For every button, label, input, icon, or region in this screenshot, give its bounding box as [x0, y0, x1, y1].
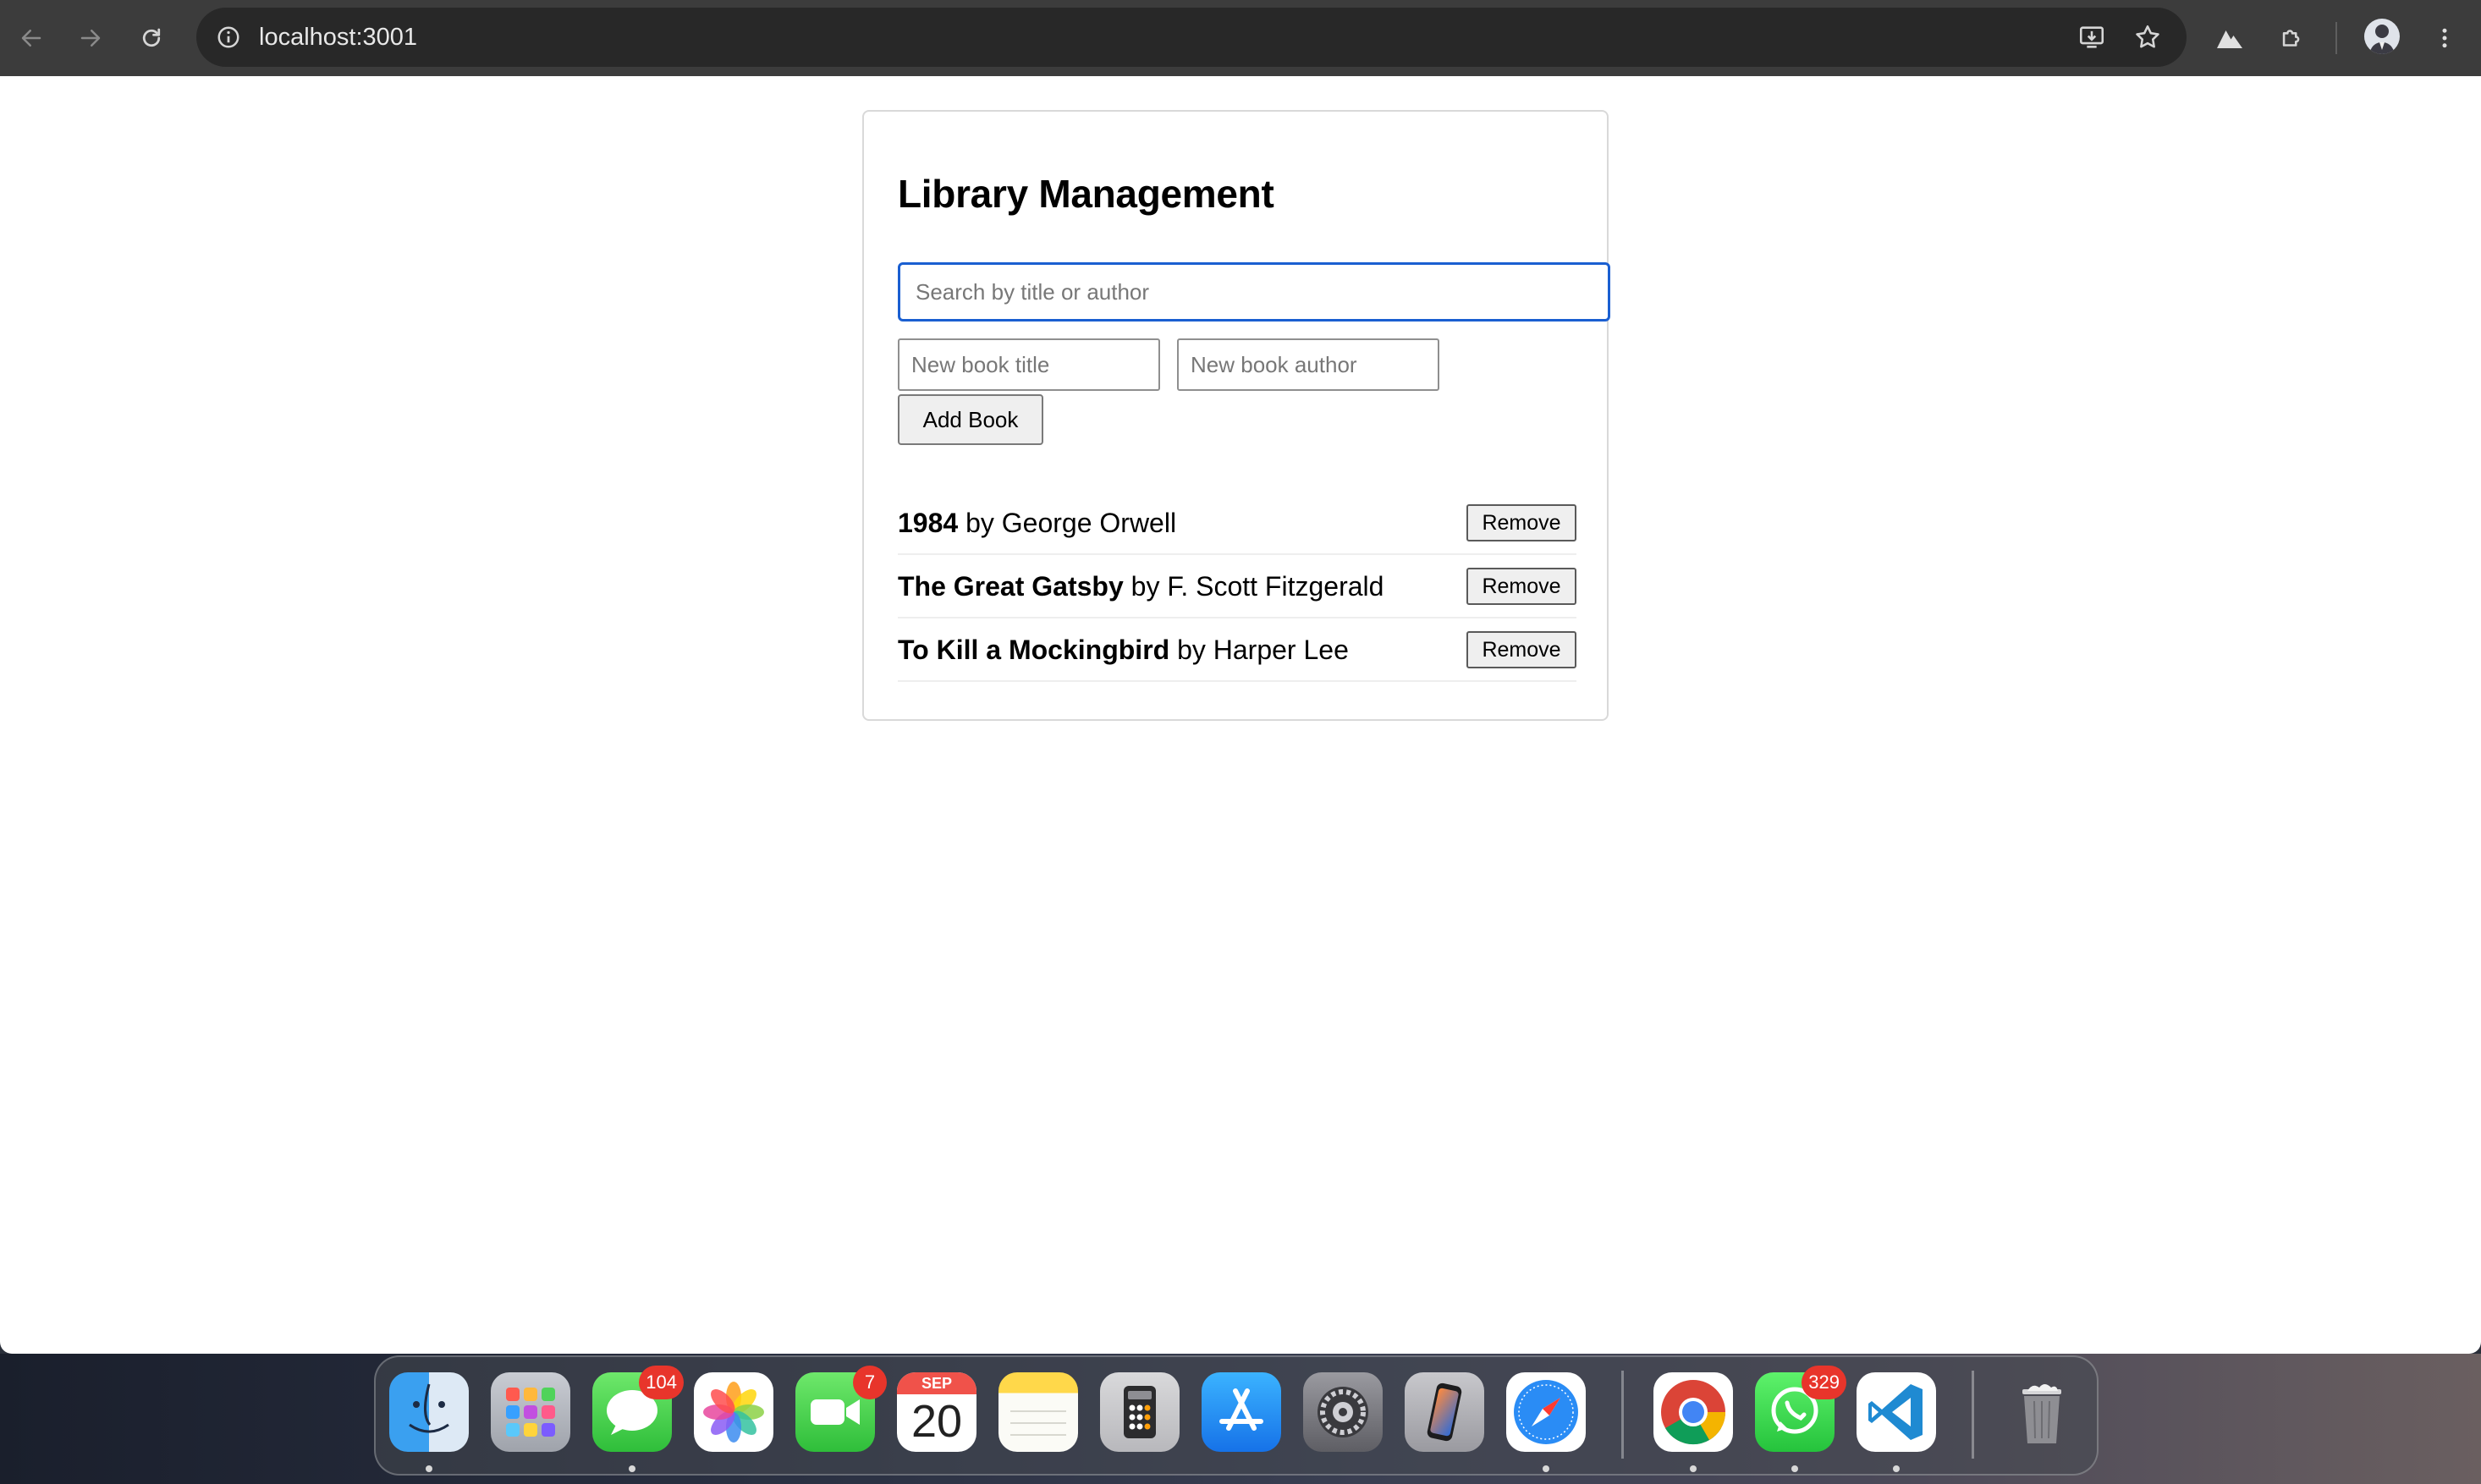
reload-button[interactable] — [132, 19, 171, 58]
back-arrow-icon — [21, 30, 41, 47]
page-viewport: Library Management Add Book 1984 by Geor… — [0, 76, 2481, 1354]
vscode-icon[interactable] — [1857, 1372, 1936, 1452]
new-book-author-field[interactable] — [1177, 338, 1439, 391]
running-indicator — [1893, 1465, 1900, 1472]
reload-icon — [142, 28, 161, 47]
facetime-badge: 7 — [853, 1366, 887, 1399]
menu-kebab-icon[interactable] — [2425, 19, 2464, 58]
photos-icon[interactable] — [694, 1372, 773, 1452]
finder-icon[interactable] — [389, 1372, 469, 1452]
bookmark-star-icon[interactable] — [2131, 20, 2165, 54]
extensions-puzzle-icon[interactable] — [2273, 19, 2312, 58]
new-book-title-field[interactable] — [898, 338, 1160, 391]
running-indicator — [629, 1465, 635, 1472]
book-title: 1984 — [898, 508, 959, 538]
notes-icon[interactable] — [998, 1372, 1078, 1452]
chrome-icon[interactable] — [1653, 1372, 1733, 1452]
book-list-item: The Great Gatsby by F. Scott Fitzgerald … — [898, 556, 1576, 618]
dock-divider — [1621, 1371, 1624, 1459]
book-title: The Great Gatsby — [898, 571, 1124, 602]
whatsapp-badge: 329 — [1802, 1366, 1846, 1399]
safari-icon[interactable] — [1506, 1372, 1586, 1452]
book-by: by — [1177, 635, 1206, 665]
messages-badge: 104 — [639, 1366, 684, 1399]
running-indicator — [426, 1465, 432, 1472]
book-entry: To Kill a Mockingbird by Harper Lee — [898, 619, 1349, 680]
running-indicator — [1690, 1465, 1697, 1472]
calendar-icon[interactable]: SEP 20 — [897, 1372, 976, 1452]
book-author: George Orwell — [1001, 508, 1177, 538]
running-indicator — [1791, 1465, 1798, 1472]
page-title: Library Management — [898, 172, 1274, 216]
profile-avatar[interactable] — [2364, 19, 2400, 54]
launchpad-icon[interactable] — [491, 1372, 570, 1452]
install-app-icon[interactable] — [2075, 20, 2109, 54]
settings-icon[interactable] — [1303, 1372, 1383, 1452]
calendar-month: SEP — [897, 1372, 976, 1394]
add-book-button[interactable]: Add Book — [898, 394, 1043, 445]
book-by: by — [1130, 571, 1160, 602]
book-entry: The Great Gatsby by F. Scott Fitzgerald — [898, 556, 1384, 617]
app-store-icon[interactable] — [1202, 1372, 1281, 1452]
site-info-icon[interactable] — [212, 20, 245, 54]
forward-button[interactable] — [71, 19, 110, 58]
dock-divider — [1972, 1371, 1974, 1459]
messages-icon[interactable]: 104 — [592, 1366, 684, 1452]
browser-toolbar: localhost:3001 — [0, 0, 2481, 76]
calculator-icon[interactable] — [1100, 1372, 1180, 1452]
book-by: by — [965, 508, 994, 538]
remove-book-button[interactable]: Remove — [1466, 504, 1576, 541]
url-text[interactable]: localhost:3001 — [259, 8, 417, 67]
iphone-icon[interactable] — [1405, 1372, 1484, 1452]
back-button[interactable] — [12, 19, 51, 58]
book-author: Harper Lee — [1213, 635, 1349, 665]
trash-icon[interactable] — [2002, 1372, 2082, 1452]
book-list-item: To Kill a Mockingbird by Harper Lee Remo… — [898, 619, 1576, 682]
running-indicator — [1543, 1465, 1549, 1472]
address-bar[interactable]: localhost:3001 — [196, 8, 2187, 67]
extension-mountain-icon[interactable] — [2210, 19, 2249, 58]
remove-book-button[interactable]: Remove — [1466, 568, 1576, 605]
library-card: Library Management Add Book 1984 by Geor… — [862, 110, 1610, 721]
book-title: To Kill a Mockingbird — [898, 635, 1170, 665]
remove-book-button[interactable]: Remove — [1466, 631, 1576, 668]
whatsapp-icon[interactable]: 329 — [1755, 1366, 1846, 1452]
facetime-icon[interactable]: 7 — [795, 1366, 887, 1452]
book-list-item: 1984 by George Orwell Remove — [898, 492, 1576, 555]
search-input[interactable] — [898, 262, 1610, 322]
calendar-day: 20 — [910, 1396, 963, 1447]
toolbar-separator — [2335, 22, 2337, 54]
forward-arrow-icon — [80, 30, 101, 47]
book-entry: 1984 by George Orwell — [898, 492, 1176, 553]
book-author: F. Scott Fitzgerald — [1167, 571, 1384, 602]
